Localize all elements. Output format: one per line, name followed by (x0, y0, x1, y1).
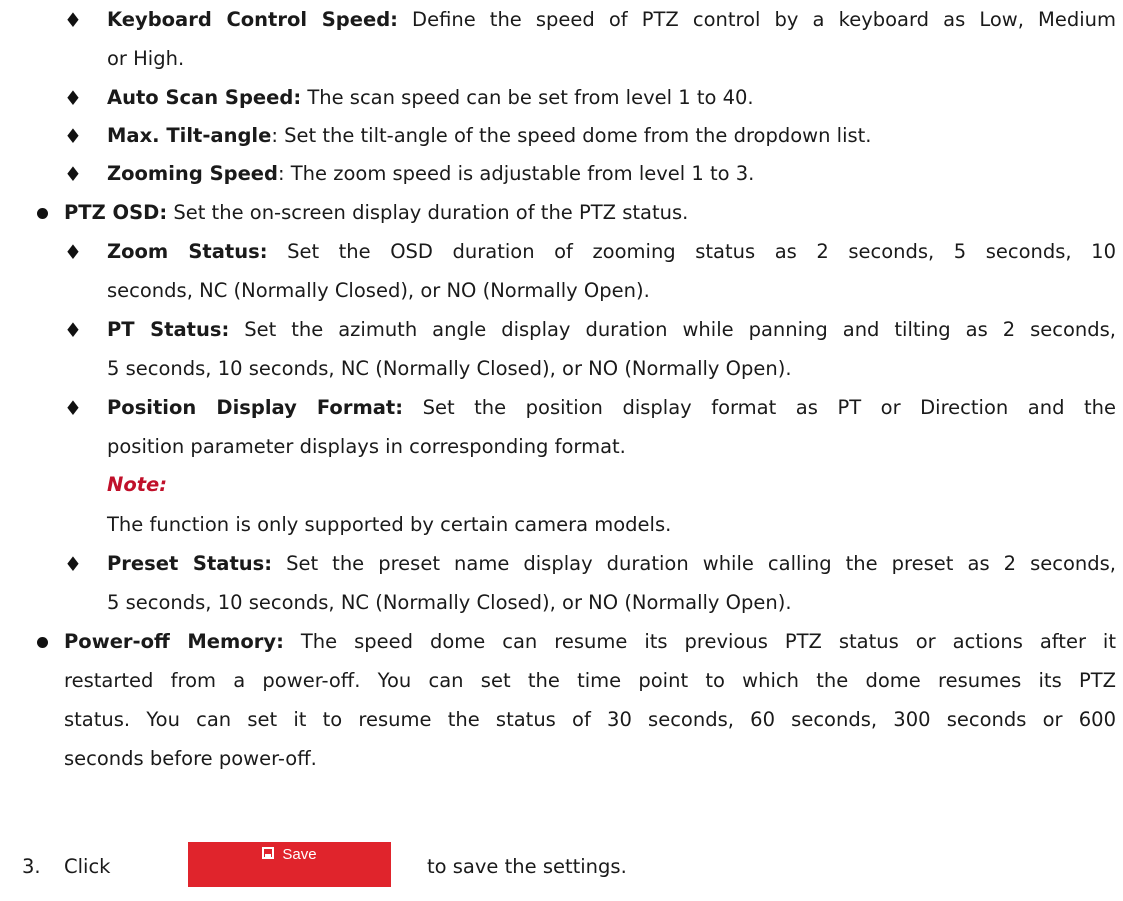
auto-scan-speed-desc: The scan speed can be set from level 1 t… (301, 86, 754, 109)
note-label: Note: (107, 473, 168, 496)
zooming-speed-line: Zooming Speed: The zoom speed is adjusta… (107, 162, 754, 186)
auto-scan-speed-line: Auto Scan Speed: The scan speed can be s… (107, 86, 754, 110)
diamond-bullet-icon: ♦ (64, 8, 82, 32)
ptz-osd-desc: Set the on-screen display duration of th… (167, 201, 689, 224)
auto-scan-speed-term: Auto Scan Speed: (107, 86, 302, 109)
preset-status-desc: Set the preset name display duration whi… (272, 552, 1116, 575)
zoom-status-desc: Set the OSD duration of zooming status a… (267, 240, 1116, 263)
keyboard-control-speed-line1: Keyboard Control Speed: Define the speed… (107, 8, 1116, 32)
ptz-osd-term: PTZ OSD: (64, 201, 168, 224)
zooming-speed-term: Zooming Speed (107, 162, 278, 185)
position-display-format-line2: position parameter displays in correspon… (107, 435, 626, 458)
preset-status-term: Preset Status: (107, 552, 273, 575)
max-tilt-angle-desc: : Set the tilt-angle of the speed dome f… (271, 124, 872, 147)
power-off-memory-line2: restarted from a power-off. You can set … (64, 669, 1116, 692)
diamond-bullet-icon: ♦ (64, 396, 82, 420)
diamond-bullet-icon: ♦ (64, 552, 82, 576)
pt-status-term: PT Status: (107, 318, 230, 341)
step-after-text: to save the settings. (427, 855, 627, 878)
diamond-bullet-icon: ♦ (64, 318, 82, 342)
diamond-bullet-icon: ♦ (64, 124, 82, 148)
preset-status-line1: Preset Status: Set the preset name displ… (107, 552, 1116, 576)
diamond-bullet-icon: ♦ (64, 240, 82, 264)
position-display-format-term: Position Display Format: (107, 396, 404, 419)
keyboard-control-speed-term: Keyboard Control Speed: (107, 8, 398, 31)
power-off-memory-line3: status. You can set it to resume the sta… (64, 708, 1116, 731)
zoom-status-line2: seconds, NC (Normally Closed), or NO (No… (107, 279, 650, 302)
ptz-osd-line: PTZ OSD: Set the on-screen display durat… (64, 201, 688, 225)
save-button-label: Save (282, 846, 317, 863)
pt-status-desc: Set the azimuth angle display duration w… (229, 318, 1117, 341)
save-button[interactable]: Save (188, 842, 391, 887)
position-display-format-desc: Set the position display format as PT or… (403, 396, 1116, 419)
preset-status-line2: 5 seconds, 10 seconds, NC (Normally Clos… (107, 591, 792, 614)
round-bullet-icon (37, 637, 48, 648)
zoom-status-line1: Zoom Status: Set the OSD duration of zoo… (107, 240, 1116, 264)
power-off-memory-line4: seconds before power-off. (64, 747, 317, 770)
position-display-format-line1: Position Display Format: Set the positio… (107, 396, 1116, 420)
note-text: The function is only supported by certai… (107, 513, 672, 536)
power-off-memory-term: Power-off Memory: (64, 630, 284, 653)
zoom-status-term: Zoom Status: (107, 240, 268, 263)
power-off-memory-desc: The speed dome can resume its previous P… (283, 630, 1116, 653)
diamond-bullet-icon: ♦ (64, 162, 82, 186)
pt-status-line2: 5 seconds, 10 seconds, NC (Normally Clos… (107, 357, 792, 380)
max-tilt-angle-line: Max. Tilt-angle: Set the tilt-angle of t… (107, 124, 872, 148)
max-tilt-angle-term: Max. Tilt-angle (107, 124, 272, 147)
diamond-bullet-icon: ♦ (64, 86, 82, 110)
round-bullet-icon (37, 208, 48, 219)
pt-status-line1: PT Status: Set the azimuth angle display… (107, 318, 1116, 342)
power-off-memory-line1: Power-off Memory: The speed dome can res… (64, 630, 1116, 654)
step-number: 3. (22, 855, 41, 878)
keyboard-control-speed-desc: Define the speed of PTZ control by a key… (397, 8, 1116, 31)
step-click-text: Click (64, 855, 111, 878)
keyboard-control-speed-line2: or High. (107, 47, 185, 70)
zooming-speed-desc: : The zoom speed is adjustable from leve… (277, 162, 755, 185)
floppy-disk-icon (262, 847, 275, 859)
